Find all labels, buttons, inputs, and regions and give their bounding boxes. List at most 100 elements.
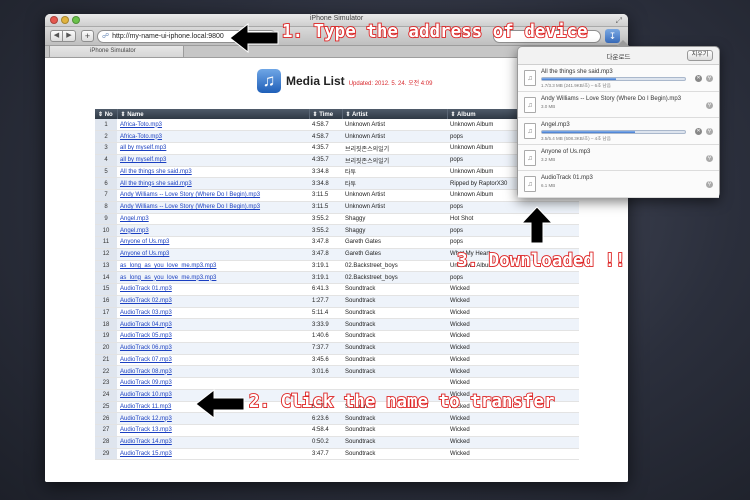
- track-name-link[interactable]: all by myself.mp3: [120, 157, 166, 163]
- page-header: ♫ Media List Updated: 2012. 5. 24. 오전 4:…: [257, 69, 432, 93]
- table-row: 18 AudioTrack 04.mp3 3:33.9 Soundtrack Wicke…: [95, 318, 579, 331]
- track-name-link[interactable]: AudioTrack 02.mp3: [120, 298, 172, 304]
- track-artist: Shaggy: [342, 224, 447, 237]
- track-time: 4:35.7: [309, 142, 342, 155]
- track-album: pops: [447, 271, 579, 284]
- track-time: 3:01.6: [309, 365, 342, 378]
- add-bookmark-button[interactable]: +: [81, 30, 94, 42]
- track-name-link[interactable]: All the things she said.mp3: [120, 169, 192, 175]
- table-row: 9 Angel.mp3 3:55.2 Shaggy Hot Shot: [95, 213, 579, 226]
- track-time: 3:11.5: [309, 201, 342, 214]
- track-time: 3:19.1: [309, 260, 342, 273]
- column-header[interactable]: ⇕ Name: [117, 109, 310, 119]
- table-row: 14 as_long_as_you_love_me.mp3.mp3 3:19.1 02…: [95, 271, 579, 284]
- track-name-link[interactable]: AudioTrack 13.mp3: [120, 427, 172, 433]
- address-text: http://my-name-ui-iphone.local:9800: [112, 33, 224, 40]
- download-filename: Angel.mp3: [541, 122, 570, 128]
- track-artist: Soundtrack: [342, 342, 447, 355]
- table-row: 26 AudioTrack 12.mp3 6:23.6 Soundtrack Wicke…: [95, 412, 579, 425]
- download-item[interactable]: ♫ AudioTrack 01.mp3 6.1 MB ⚲: [518, 171, 719, 198]
- table-row: 4 all by myself.mp3 4:35.7 브리짓존스의일기 pops: [95, 154, 579, 167]
- track-name-link[interactable]: AudioTrack 07.mp3: [120, 357, 172, 363]
- download-item[interactable]: ♫ All the things she said.mp3 1.7/3.3 MB (…: [518, 65, 719, 92]
- reveal-in-finder-icon[interactable]: ⚲: [706, 101, 713, 109]
- track-name-link[interactable]: Africa-Toto.mp3: [120, 134, 162, 140]
- track-time: [309, 377, 342, 390]
- track-time: 4:58.7: [309, 130, 342, 143]
- track-name-link[interactable]: AudioTrack 11.mp3: [120, 404, 171, 410]
- track-name-cell: AudioTrack 06.mp3: [117, 342, 309, 355]
- row-number: 19: [95, 330, 117, 343]
- track-artist: Shaggy: [342, 213, 447, 226]
- clear-downloads-button[interactable]: 지우기: [687, 50, 713, 61]
- track-name-link[interactable]: AudioTrack 03.mp3: [120, 310, 172, 316]
- track-name-link[interactable]: all by myself.mp3: [120, 145, 166, 151]
- reveal-in-finder-icon[interactable]: ⚲: [706, 181, 713, 188]
- downloads-header: 다운로드 지우기: [518, 47, 719, 65]
- reveal-in-finder-icon[interactable]: ⚲: [706, 128, 713, 135]
- track-time: 4:58.4: [309, 424, 342, 437]
- track-artist: Gareth Gates: [342, 248, 447, 261]
- track-name-cell: Anyone of Us.mp3: [117, 236, 309, 249]
- track-name-link[interactable]: Andy Williams -- Love Story (Where Do I …: [120, 192, 260, 198]
- row-number: 10: [95, 224, 117, 237]
- row-number: 6: [95, 177, 117, 190]
- download-progress-bar: [541, 130, 686, 134]
- row-number: 11: [95, 236, 117, 249]
- track-artist: Soundtrack: [342, 330, 447, 343]
- download-item[interactable]: ♫ Anyone of Us.mp3 3.2 MB ⚲: [518, 144, 719, 171]
- download-status: 3.2 MB: [541, 156, 556, 162]
- track-album: Wicked: [447, 307, 579, 320]
- track-name-link[interactable]: All the things she said.mp3: [120, 181, 192, 187]
- track-name-link[interactable]: AudioTrack 08.mp3: [120, 369, 172, 375]
- track-name-link[interactable]: AudioTrack 09.mp3: [120, 380, 172, 386]
- track-name-link[interactable]: Anyone of Us.mp3: [120, 251, 169, 257]
- track-time: 4:58.7: [309, 119, 342, 132]
- column-header[interactable]: ⇕ No: [95, 109, 118, 119]
- track-name-link[interactable]: AudioTrack 05.mp3: [120, 333, 172, 339]
- back-button[interactable]: ◀: [50, 30, 63, 42]
- row-number: 2: [95, 130, 117, 143]
- track-name-cell: AudioTrack 07.mp3: [117, 354, 309, 367]
- track-name-cell: AudioTrack 15.mp3: [117, 448, 309, 461]
- column-header[interactable]: ⇕ Time: [309, 109, 343, 119]
- reveal-in-finder-icon[interactable]: ⚲: [706, 75, 713, 82]
- row-number: 23: [95, 377, 117, 390]
- track-album: Wicked: [447, 295, 579, 308]
- track-name-link[interactable]: AudioTrack 12.mp3: [120, 416, 172, 422]
- file-icon: ♫: [524, 96, 536, 113]
- track-name-link[interactable]: as_long_as_you_love_me.mp3.mp3: [120, 263, 216, 269]
- track-name-link[interactable]: AudioTrack 14.mp3: [120, 439, 172, 445]
- track-name-link[interactable]: Angel.mp3: [120, 216, 149, 222]
- track-name-cell: Angel.mp3: [117, 224, 309, 237]
- track-name-link[interactable]: as_long_as_you_love_me.mp3.mp3: [120, 275, 216, 281]
- fullscreen-icon[interactable]: ⤢: [616, 16, 622, 26]
- track-name-link[interactable]: Andy Williams -- Love Story (Where Do I …: [120, 204, 260, 210]
- forward-button[interactable]: ▶: [63, 30, 76, 42]
- reveal-in-finder-icon[interactable]: ⚲: [706, 154, 713, 162]
- track-name-cell: all by myself.mp3: [117, 154, 309, 167]
- tab-iphone-simulator[interactable]: iPhone Simulator: [49, 46, 184, 58]
- track-name-link[interactable]: AudioTrack 04.mp3: [120, 322, 172, 328]
- updated-timestamp: Updated: 2012. 5. 24. 오전 4:09: [348, 81, 433, 87]
- track-name-link[interactable]: AudioTrack 01.mp3: [120, 286, 172, 292]
- track-name-link[interactable]: Anyone of Us.mp3: [120, 239, 169, 245]
- stop-download-icon[interactable]: ✕: [695, 75, 702, 82]
- track-name-cell: AudioTrack 08.mp3: [117, 365, 309, 378]
- stop-download-icon[interactable]: ✕: [695, 128, 702, 135]
- track-name-link[interactable]: AudioTrack 10.mp3: [120, 392, 172, 398]
- download-item[interactable]: ♫ Angel.mp3 3.5/5.4 MB (508.3KB/초) – 4초 남음…: [518, 118, 719, 145]
- download-status: 1.7/3.3 MB (241.9KB/초) – 6초 남음: [541, 83, 611, 88]
- column-header[interactable]: ⇕ Artist: [342, 109, 448, 119]
- track-name-link[interactable]: Angel.mp3: [120, 228, 149, 234]
- download-item[interactable]: ♫ Andy Williams -- Love Story (Where Do I…: [518, 91, 719, 118]
- track-album: Wicked: [447, 330, 579, 343]
- track-name-link[interactable]: AudioTrack 15.mp3: [120, 451, 172, 457]
- track-name-link[interactable]: AudioTrack 06.mp3: [120, 345, 172, 351]
- track-name-cell: as_long_as_you_love_me.mp3.mp3: [117, 271, 309, 284]
- track-time: 3:33.9: [309, 318, 342, 331]
- track-album: Wicked: [447, 318, 579, 331]
- track-name-link[interactable]: Africa-Toto.mp3: [120, 122, 162, 128]
- track-time: 3:47.8: [309, 248, 342, 261]
- track-name-cell: All the things she said.mp3: [117, 166, 309, 179]
